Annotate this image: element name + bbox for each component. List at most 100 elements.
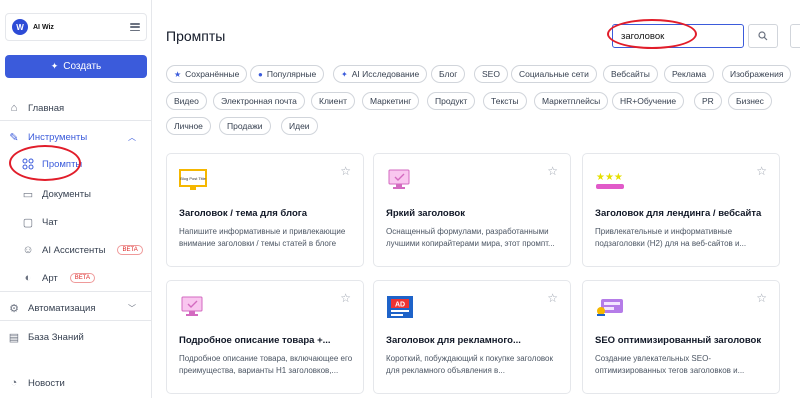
chip-label: Электронная почта xyxy=(221,96,297,106)
sidebar-item-label: Арт xyxy=(42,272,58,284)
create-button[interactable]: ✦ Создать xyxy=(5,55,147,78)
sidebar-item-label: Чат xyxy=(42,216,58,228)
sparkle-icon: ✦ xyxy=(341,69,348,79)
home-icon: ⌂ xyxy=(10,102,18,114)
chip-ideas[interactable]: Идеи xyxy=(281,117,318,135)
robot-icon: ☺ xyxy=(22,244,34,256)
logo-text: AI Wiz xyxy=(33,23,54,31)
prompt-card[interactable]: ☆ Яркий заголовок Оснащенный формулами, … xyxy=(373,153,571,267)
chip-ai-research[interactable]: ✦ AI Исследование xyxy=(333,65,428,83)
favorite-star-icon[interactable]: ☆ xyxy=(756,164,767,178)
card-title: Подробное описание товара +... xyxy=(179,335,331,346)
chip-hr[interactable]: HR+Обучение xyxy=(612,92,685,110)
chevron-down-icon[interactable]: ﹀ xyxy=(128,303,136,314)
chip-images[interactable]: Изображения xyxy=(722,65,792,83)
svg-text:★★★: ★★★ xyxy=(596,172,623,183)
sidebar-item-automation[interactable]: ⚙ Автоматизация ﹀ xyxy=(8,298,146,318)
sidebar-item-label: Главная xyxy=(28,102,65,114)
menu-toggle-icon[interactable] xyxy=(130,23,140,31)
sidebar-item-label: AI Ассистенты xyxy=(42,244,106,256)
automation-icon: ⚙ xyxy=(9,302,19,315)
chip-ads[interactable]: Реклама xyxy=(664,65,715,83)
sidebar-item-home[interactable]: ⌂ Главная xyxy=(8,98,65,118)
chip-popular[interactable]: ● Популярные xyxy=(250,65,325,83)
chip-label: Реклама xyxy=(672,69,707,79)
search-icon xyxy=(758,31,768,41)
chip-pr[interactable]: PR xyxy=(694,92,722,110)
chip-sales[interactable]: Продажи xyxy=(219,117,271,135)
monitor-icon xyxy=(179,295,205,319)
chip-websites[interactable]: Вебсайты xyxy=(603,65,658,83)
chip-texts[interactable]: Тексты xyxy=(483,92,527,110)
extra-button[interactable] xyxy=(790,24,800,48)
divider xyxy=(0,320,152,321)
sidebar-item-knowledge-base[interactable]: ▤ База Знаний xyxy=(8,327,84,347)
chip-social[interactable]: Социальные сети xyxy=(511,65,597,83)
chip-blog[interactable]: Блог xyxy=(431,65,466,83)
card-title: SEO оптимизированный заголовок xyxy=(595,335,762,346)
sparkle-icon: ✦ xyxy=(50,61,59,71)
prompt-card[interactable]: ★★★ ☆ Заголовок для лендинга / вебсайта … xyxy=(582,153,780,267)
tools-icon: ✎ xyxy=(9,131,19,144)
chip-label: Маркетплейсы xyxy=(542,96,601,106)
sidebar-item-chat[interactable]: ▢ Чат xyxy=(22,212,58,232)
chip-label: Личное xyxy=(174,121,203,131)
sidebar-item-news[interactable]: ◔ Новости xyxy=(8,373,65,393)
prompt-card[interactable]: ☆ Подробное описание товара +... Подробн… xyxy=(166,280,364,394)
chevron-up-icon[interactable]: ︿ xyxy=(128,132,136,143)
stars-icon: ★★★ xyxy=(595,168,624,192)
favorite-star-icon[interactable]: ☆ xyxy=(547,291,558,305)
card-description: Подробное описание товара, включающее ег… xyxy=(179,354,353,375)
sidebar-item-label: Автоматизация xyxy=(28,302,96,314)
chip-marketing[interactable]: Маркетинг xyxy=(362,92,420,110)
chip-marketplaces[interactable]: Маркетплейсы xyxy=(534,92,609,110)
chip-saved[interactable]: ★ Сохранённые xyxy=(166,65,248,83)
document-icon: ▭ xyxy=(22,188,34,201)
sidebar-item-label: Новости xyxy=(28,377,65,389)
palette-icon: ◐ xyxy=(24,272,32,284)
card-title: Заголовок для лендинга / вебсайта xyxy=(595,208,762,219)
prompt-card[interactable]: Blog Post Title ☆ Заголовок / тема для б… xyxy=(166,153,364,267)
favorite-star-icon[interactable]: ☆ xyxy=(756,291,767,305)
sidebar-item-documents[interactable]: ▭ Документы xyxy=(22,184,91,204)
sidebar-item-label: Промпты xyxy=(42,158,83,170)
chip-label: Бизнес xyxy=(736,96,764,106)
beta-badge: BETA xyxy=(117,245,143,255)
page-title: Промпты xyxy=(166,28,226,44)
chip-label: Маркетинг xyxy=(370,96,412,106)
chip-label: Продукт xyxy=(435,96,468,106)
search-button[interactable] xyxy=(748,24,778,48)
favorite-star-icon[interactable]: ☆ xyxy=(340,291,351,305)
chip-label: Вебсайты xyxy=(611,69,650,79)
card-description: Привлекательные и информативные подзагол… xyxy=(595,227,747,248)
logo-row[interactable]: W AI Wiz xyxy=(5,13,147,41)
sidebar-item-label: Инструменты xyxy=(28,131,88,143)
chip-client[interactable]: Клиент xyxy=(311,92,355,110)
monitor-icon xyxy=(386,168,412,192)
logo-icon: W xyxy=(12,19,28,35)
sidebar-item-art[interactable]: ◐ Арт BETA xyxy=(22,268,95,288)
prompt-card[interactable]: ☆ SEO оптимизированный заголовок Создани… xyxy=(582,280,780,394)
favorite-star-icon[interactable]: ☆ xyxy=(547,164,558,178)
chip-label: Изображения xyxy=(730,69,784,79)
sidebar-item-assistants[interactable]: ☺ AI Ассистенты BETA xyxy=(22,240,143,260)
chip-email[interactable]: Электронная почта xyxy=(213,92,305,110)
chip-business[interactable]: Бизнес xyxy=(728,92,772,110)
sidebar-item-prompts[interactable]: Промпты xyxy=(22,154,82,174)
sidebar-item-label: База Знаний xyxy=(28,331,84,343)
chip-seo[interactable]: SEO xyxy=(474,65,508,83)
card-title: Яркий заголовок xyxy=(386,208,465,219)
chip-video[interactable]: Видео xyxy=(166,92,207,110)
sidebar-item-tools[interactable]: ✎ Инструменты ︿ xyxy=(8,127,146,147)
chip-personal[interactable]: Личное xyxy=(166,117,211,135)
svg-text:Blog Post Title: Blog Post Title xyxy=(180,176,206,181)
chip-product[interactable]: Продукт xyxy=(427,92,476,110)
prompt-card[interactable]: AD ☆ Заголовок для рекламного... Коротки… xyxy=(373,280,571,394)
favorite-star-icon[interactable]: ☆ xyxy=(340,164,351,178)
search-input[interactable]: заголовок xyxy=(612,24,744,48)
chat-icon: ▢ xyxy=(22,216,34,229)
bell-icon: ◔ xyxy=(10,377,18,389)
book-icon: ▤ xyxy=(8,331,20,344)
divider xyxy=(0,120,152,121)
blog-title-icon: Blog Post Title xyxy=(179,168,207,192)
